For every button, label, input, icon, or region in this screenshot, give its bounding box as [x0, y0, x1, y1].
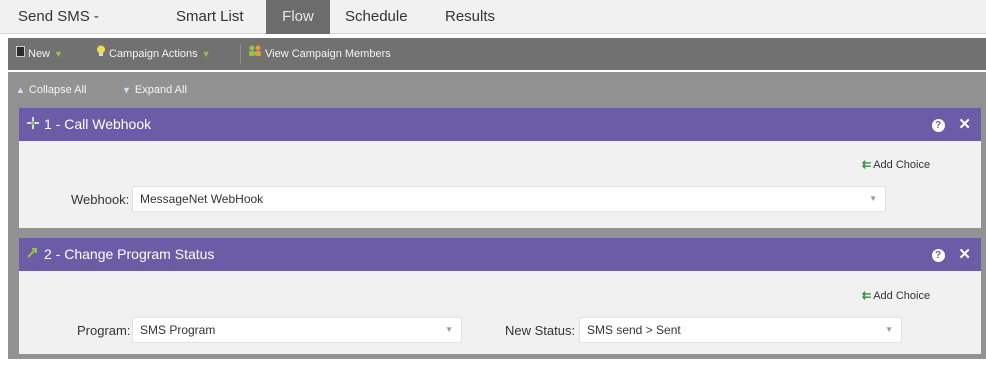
document-icon — [16, 38, 25, 70]
step-header[interactable]: 2 - Change Program Status ? ✕ — [19, 238, 981, 271]
close-icon[interactable]: ✕ — [958, 108, 971, 141]
collapse-all-link[interactable]: ▲ Collapse All — [16, 72, 86, 106]
campaign-actions-button[interactable]: Campaign Actions ▼ — [96, 38, 211, 70]
flow-step-call-webhook: 1 - Call Webhook ? ✕ ⇇ Add Choice Webhook… — [19, 108, 981, 228]
tab-schedule[interactable]: Schedule — [335, 0, 429, 34]
step-header[interactable]: 1 - Call Webhook ? ✕ — [19, 108, 981, 141]
chevron-down-icon: ▼ — [201, 49, 211, 59]
webhook-select[interactable]: MessageNet WebHook ▼ — [132, 186, 886, 212]
lightbulb-icon — [96, 38, 106, 70]
new-status-value: SMS send > Sent — [587, 323, 681, 337]
step-title: 2 - Change Program Status — [44, 246, 215, 262]
program-select[interactable]: SMS Program ▼ — [132, 317, 462, 343]
new-status-select[interactable]: SMS send > Sent ▼ — [579, 317, 902, 343]
status-change-icon — [25, 238, 41, 271]
add-choice-icon: ⇇ — [862, 290, 872, 302]
add-choice-icon: ⇇ — [862, 159, 872, 171]
step-title: 1 - Call Webhook — [44, 116, 152, 132]
step-actions: ? ✕ — [931, 238, 971, 271]
add-choice-button[interactable]: ⇇ Add Choice — [862, 158, 930, 171]
people-icon — [248, 38, 262, 70]
collapse-all-label: Collapse All — [28, 84, 87, 96]
tab-bar: Send SMS - Trigger Smart List Flow Sched… — [0, 0, 986, 59]
expand-all-link[interactable]: ▼ Expand All — [122, 72, 187, 106]
toolbar: New ▼ Campaign Actions ▼ View Campaign Mem… — [8, 38, 986, 70]
collapse-icon: ▲ — [16, 85, 25, 95]
webhook-value: MessageNet WebHook — [140, 192, 264, 206]
add-choice-label: Add Choice — [873, 290, 931, 302]
close-icon[interactable]: ✕ — [958, 238, 971, 271]
chevron-down-icon: ▼ — [445, 325, 453, 334]
new-label: New — [28, 48, 51, 60]
chevron-down-icon: ▼ — [885, 325, 893, 334]
new-status-label: New Status: — [505, 323, 576, 338]
step-actions: ? ✕ — [931, 108, 971, 141]
chevron-down-icon: ▼ — [869, 194, 877, 203]
program-value: SMS Program — [140, 323, 216, 337]
new-menu-button[interactable]: New ▼ — [16, 38, 63, 70]
tab-flow[interactable]: Flow — [266, 0, 330, 34]
chevron-down-icon: ▼ — [54, 49, 63, 59]
add-choice-label: Add Choice — [873, 159, 931, 171]
view-members-label: View Campaign Members — [265, 48, 391, 60]
tab-smart-list[interactable]: Smart List — [166, 0, 260, 34]
campaign-actions-label: Campaign Actions — [109, 48, 198, 60]
view-campaign-members-button[interactable]: View Campaign Members — [248, 38, 391, 70]
tab-results[interactable]: Results — [435, 0, 515, 34]
webhook-label: Webhook: — [71, 192, 130, 207]
help-icon[interactable]: ? — [931, 118, 945, 132]
expand-all-label: Expand All — [134, 84, 187, 96]
program-label: Program: — [77, 323, 131, 338]
help-icon[interactable]: ? — [931, 248, 945, 262]
webhook-icon — [25, 108, 41, 141]
flow-step-change-program-status: 2 - Change Program Status ? ✕ ⇇ Add Choic… — [19, 238, 981, 354]
expand-icon: ▼ — [122, 85, 131, 95]
tab-campaign-name[interactable]: Send SMS - Trigger — [8, 0, 156, 59]
toolbar-divider — [240, 44, 241, 64]
add-choice-button[interactable]: ⇇ Add Choice — [862, 289, 930, 302]
